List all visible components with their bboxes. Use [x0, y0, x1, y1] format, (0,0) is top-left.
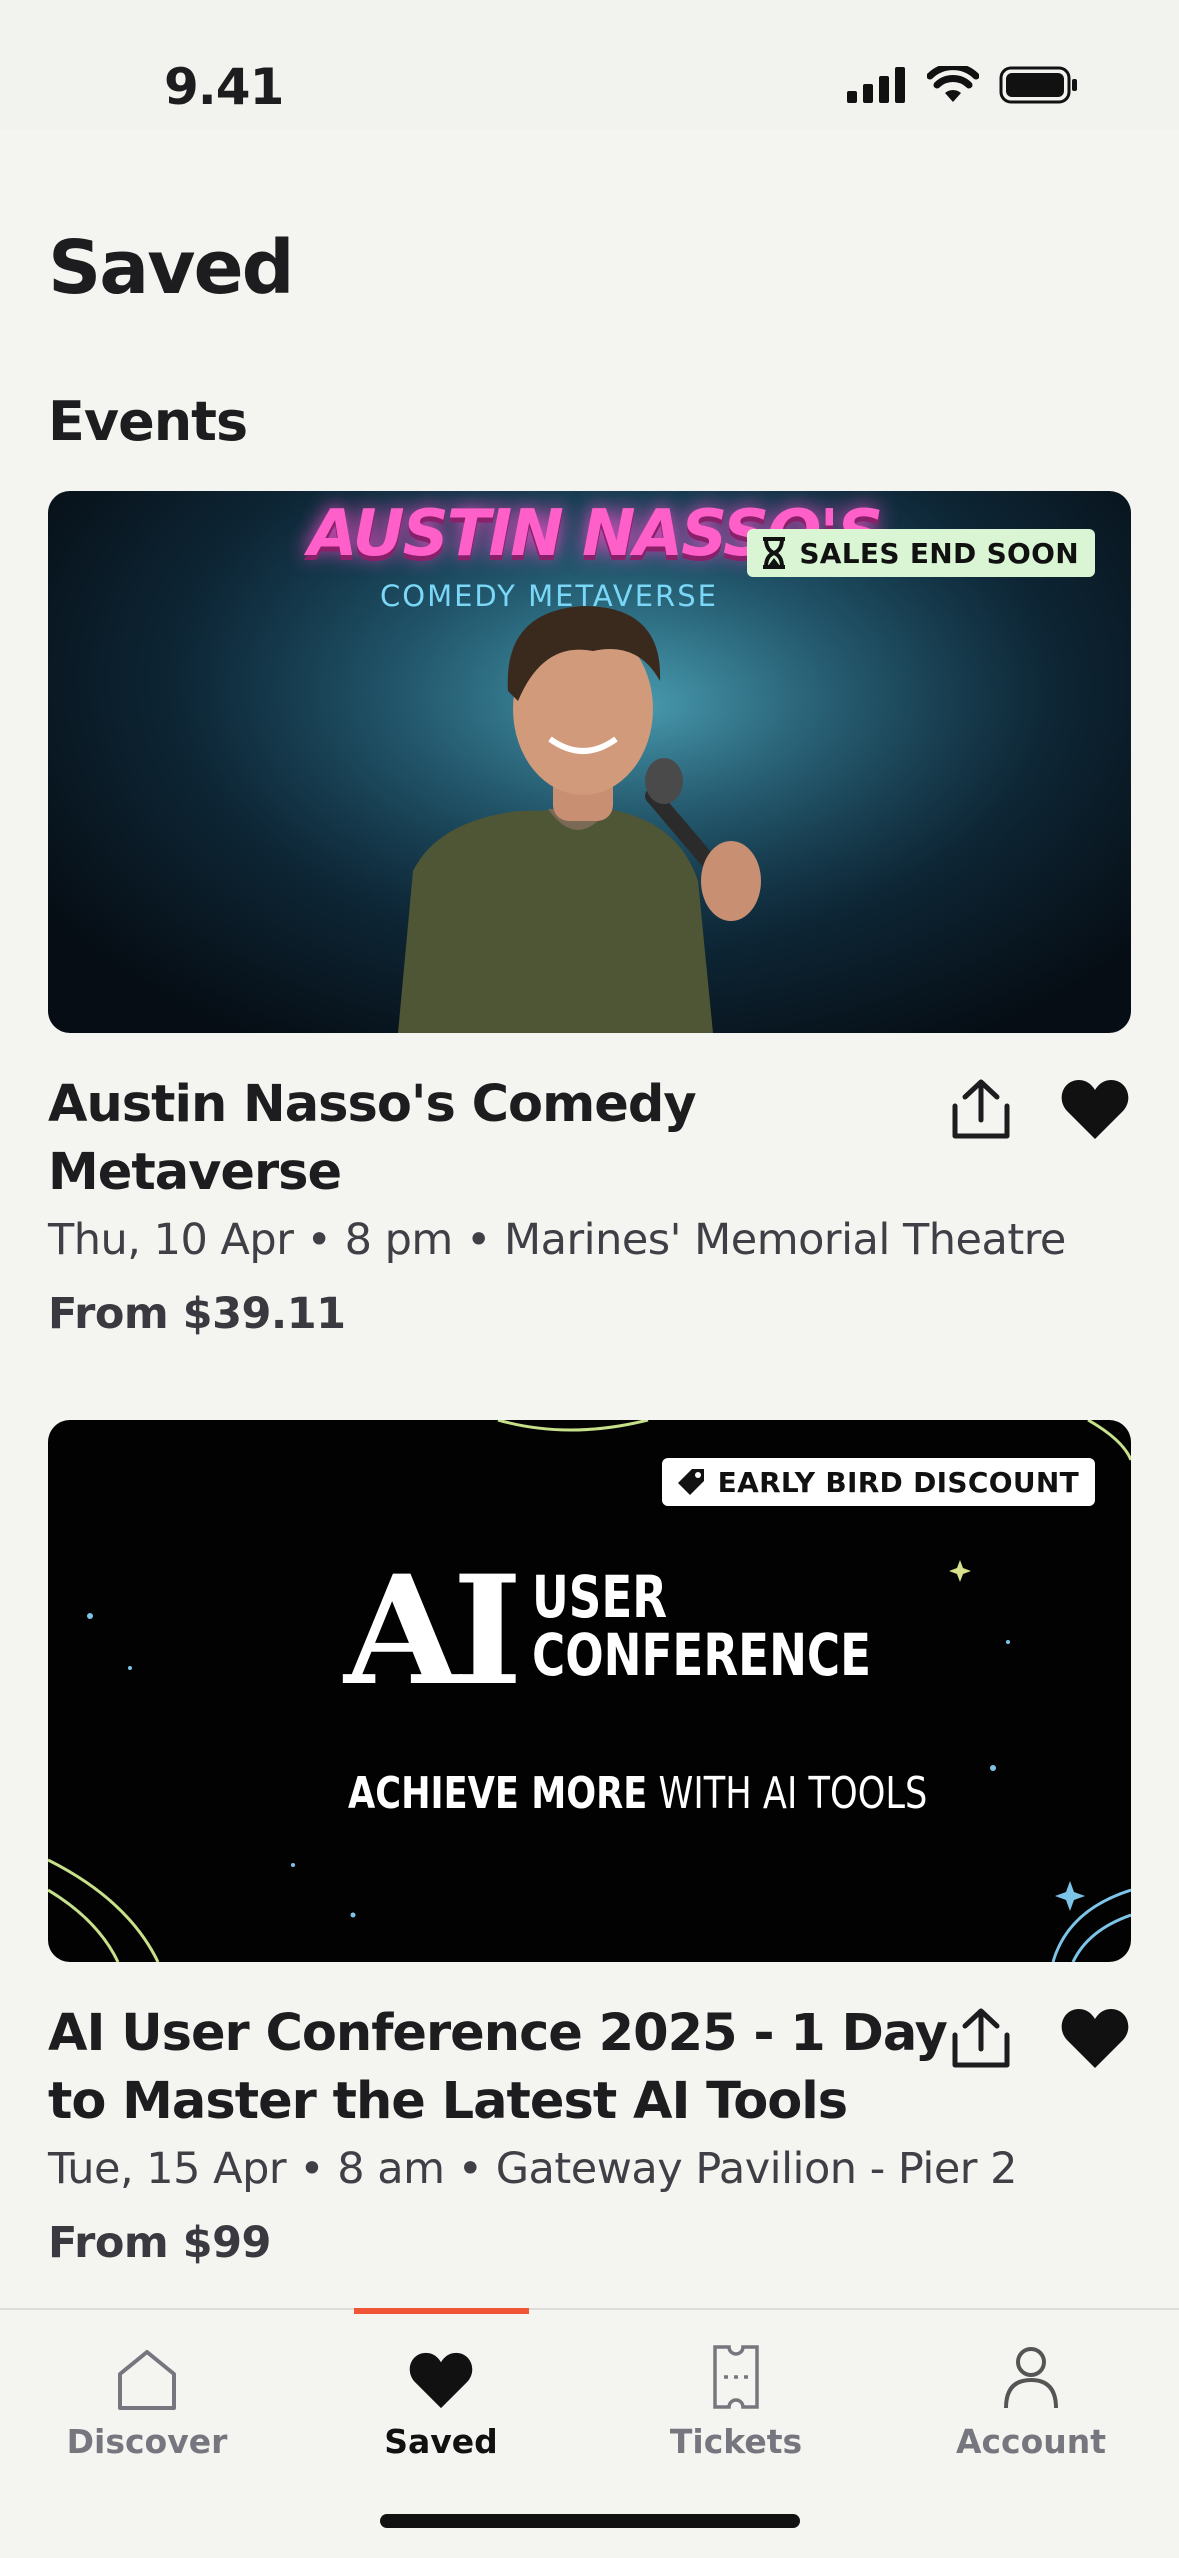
- event-card[interactable]: AI USER CONFERENCE ACHIEVE MORE WITH AI …: [48, 1420, 1131, 2280]
- tab-saved[interactable]: Saved: [294, 2310, 588, 2480]
- home-indicator: [380, 2514, 800, 2528]
- event-image[interactable]: AI USER CONFERENCE ACHIEVE MORE WITH AI …: [48, 1420, 1131, 1962]
- event-title[interactable]: Austin Nasso's Comedy Metaverse: [48, 1071, 948, 1207]
- event-card[interactable]: AUSTIN NASSO'S COMEDY METAVERSE SALES EN…: [48, 491, 1131, 1351]
- poster-title-line1: USER: [532, 1563, 668, 1631]
- tab-tickets[interactable]: Tickets: [589, 2310, 883, 2480]
- section-title-events: Events: [48, 390, 248, 453]
- tab-account[interactable]: Account: [884, 2310, 1178, 2480]
- event-actions: [945, 2002, 1131, 2074]
- tab-label: Saved: [384, 2422, 498, 2461]
- event-meta: Thu, 10 Apr • 8 pm • Marines' Memorial T…: [48, 1215, 1066, 1265]
- poster-title-line2: CONFERENCE: [532, 1621, 872, 1689]
- share-icon: [952, 2008, 1010, 2068]
- event-image[interactable]: AUSTIN NASSO'S COMEDY METAVERSE SALES EN…: [48, 491, 1131, 1033]
- event-title[interactable]: AI User Conference 2025 - 1 Day to Maste…: [48, 2000, 948, 2136]
- home-icon: [116, 2338, 178, 2410]
- tagline-light: WITH AI TOOLS: [658, 1768, 928, 1819]
- badge-label: SALES END SOON: [799, 536, 1079, 570]
- ai-logo: AI: [344, 1543, 523, 1719]
- status-bar: 9.41: [0, 0, 1179, 130]
- tab-label: Tickets: [669, 2422, 803, 2461]
- tagline-bold: ACHIEVE MORE: [348, 1768, 648, 1819]
- badge-label: EARLY BIRD DISCOUNT: [717, 1465, 1079, 1499]
- heart-icon: [408, 2338, 474, 2410]
- hourglass-icon: [763, 537, 786, 569]
- share-icon: [952, 1079, 1010, 1139]
- tab-discover[interactable]: Discover: [0, 2310, 294, 2480]
- event-price: From $99: [48, 2218, 271, 2268]
- ticket-icon: [712, 2338, 760, 2410]
- event-price: From $39.11: [48, 1289, 346, 1339]
- wifi-icon: [927, 66, 979, 102]
- tab-label: Account: [955, 2422, 1107, 2461]
- status-time: 9.41: [164, 58, 284, 116]
- heart-filled-icon: [1061, 2009, 1129, 2068]
- heart-filled-icon: [1061, 1080, 1129, 1139]
- save-heart-button[interactable]: [1059, 1073, 1131, 1145]
- tag-icon: [677, 1469, 704, 1495]
- page-title: Saved: [48, 225, 295, 311]
- poster-tagline: ACHIEVE MORE WITH AI TOOLS: [348, 1772, 927, 1816]
- poster-subtitle: COMEDY METAVERSE: [380, 579, 718, 613]
- early-bird-badge: EARLY BIRD DISCOUNT: [661, 1458, 1095, 1506]
- person-icon: [1003, 2338, 1059, 2410]
- save-heart-button[interactable]: [1059, 2002, 1131, 2074]
- status-icons: [847, 66, 1079, 104]
- event-meta: Tue, 15 Apr • 8 am • Gateway Pavilion - …: [48, 2144, 1017, 2194]
- sales-end-soon-badge: SALES END SOON: [747, 529, 1095, 577]
- tab-label: Discover: [66, 2422, 228, 2461]
- share-button[interactable]: [945, 2002, 1017, 2074]
- battery-icon: [999, 66, 1077, 104]
- share-button[interactable]: [945, 1073, 1017, 1145]
- event-actions: [945, 1073, 1131, 1145]
- signal-icon: [847, 67, 905, 103]
